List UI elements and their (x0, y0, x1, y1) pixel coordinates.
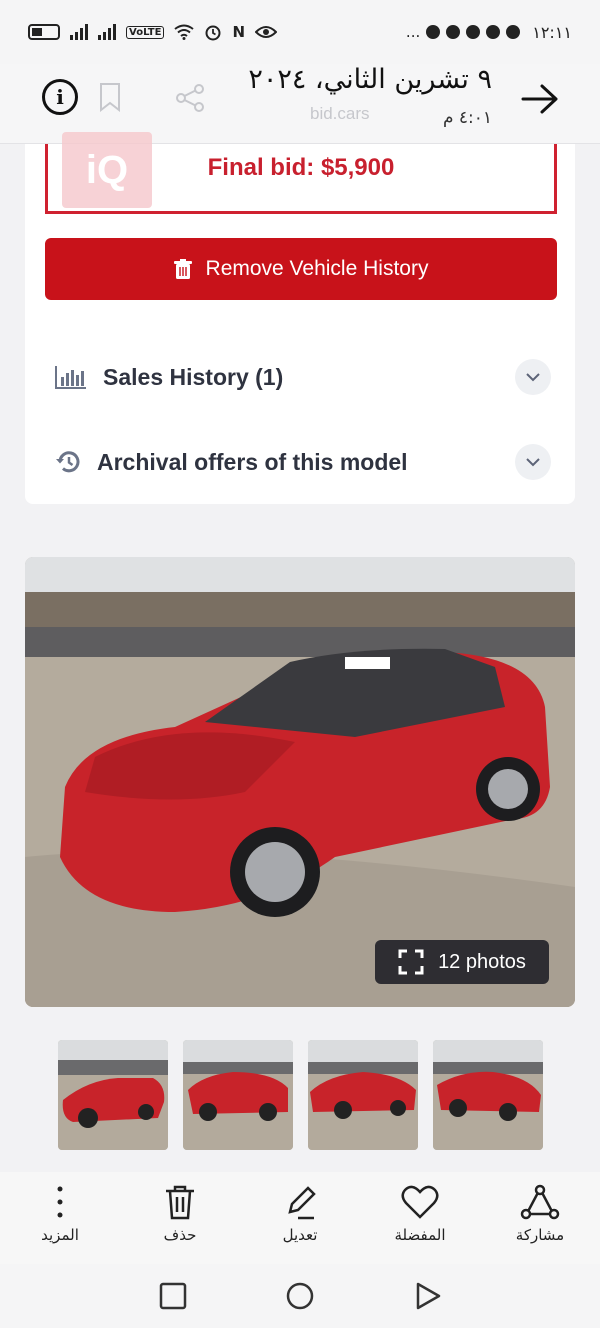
info-icon[interactable]: i (42, 79, 78, 115)
photo-time: ٤:٠١ م (442, 108, 492, 128)
system-nav-bar (0, 1264, 600, 1328)
favorite-action[interactable]: المفضلة (370, 1184, 470, 1244)
chevron-down-icon[interactable] (515, 444, 551, 480)
status-left: VoLTE N (28, 23, 277, 41)
photo-action-bar: مشاركة المفضلة تعديل حذف المزيد (0, 1172, 600, 1264)
arrow-right-icon[interactable] (520, 82, 560, 116)
signal-2-icon (98, 24, 116, 40)
status-bar: VoLTE N ... ١٢:١١ (0, 0, 600, 64)
more-vertical-icon (57, 1186, 63, 1218)
history-icon (56, 451, 80, 473)
more-label: المزيد (41, 1226, 79, 1244)
recents-square-icon[interactable] (159, 1282, 187, 1310)
pencil-icon (288, 1186, 316, 1220)
more-action[interactable]: المزيد (10, 1184, 110, 1244)
photo-count-badge[interactable]: 12 photos (375, 940, 549, 984)
thumbnail[interactable] (58, 1040, 168, 1150)
alarm-icon (205, 25, 221, 41)
more-notifications-icon: ... (405, 23, 421, 41)
chat-bubble-icon (426, 25, 441, 39)
status-right: ... ١٢:١١ (406, 23, 572, 42)
favorite-label: المفضلة (394, 1226, 446, 1244)
delete-action[interactable]: حذف (130, 1184, 230, 1244)
edit-action[interactable]: تعديل (250, 1184, 350, 1244)
wifi-icon (174, 24, 195, 40)
thumbnail[interactable] (183, 1040, 293, 1150)
clock-time: ١٢:١١ (532, 22, 572, 42)
main-vehicle-photo[interactable]: 12 photos (25, 557, 575, 1007)
archival-offers-label: Archival offers of this model (97, 448, 408, 475)
remove-button-label: Remove Vehicle History (205, 257, 429, 280)
back-triangle-icon[interactable] (414, 1282, 442, 1310)
share-action[interactable]: مشاركة (490, 1184, 590, 1244)
messenger-icon (446, 25, 461, 39)
edit-label: تعديل (282, 1226, 318, 1244)
archival-offers-row[interactable]: Archival offers of this model (55, 442, 551, 482)
thumbnail[interactable] (433, 1040, 543, 1150)
sales-history-row[interactable]: Sales History (1) (55, 357, 551, 397)
final-bid-label: Final bid: $5,900 (207, 154, 395, 181)
photo-count-label: 12 photos (438, 950, 526, 973)
trash-icon (173, 259, 192, 279)
heart-icon (401, 1185, 439, 1219)
bookmark-icon (100, 83, 120, 112)
photo-date: ٩ تشرين الثاني، ٢٠٢٤ (248, 64, 492, 95)
faded-site-domain: bid.cars (310, 104, 370, 123)
eye-icon (255, 26, 277, 38)
nfc-icon: N (232, 23, 245, 41)
bar-chart-icon (55, 366, 86, 389)
thumbnail[interactable] (308, 1040, 418, 1150)
messenger-icon (486, 25, 501, 39)
remove-vehicle-history-button[interactable]: Remove Vehicle History (45, 238, 557, 300)
messenger-icon (506, 25, 521, 39)
final-bid-box: iQ Final bid: $5,900 (45, 132, 557, 214)
share-label: مشاركة (515, 1226, 565, 1244)
delete-label: حذف (163, 1226, 197, 1244)
sales-history-label: Sales History (1) (103, 363, 284, 390)
fullscreen-icon (398, 949, 424, 975)
home-circle-icon[interactable] (286, 1282, 314, 1310)
trash-icon (166, 1185, 194, 1220)
vehicle-history-card: iQ Final bid: $5,900 Remove Vehicle Hist… (25, 132, 575, 504)
signal-icon (70, 24, 88, 40)
share-icon (520, 1184, 560, 1220)
battery-icon (28, 24, 60, 40)
share-faded-icon (176, 84, 204, 112)
chevron-down-icon[interactable] (515, 359, 551, 395)
messenger-icon (466, 25, 481, 39)
volte-badge: VoLTE (126, 25, 165, 39)
